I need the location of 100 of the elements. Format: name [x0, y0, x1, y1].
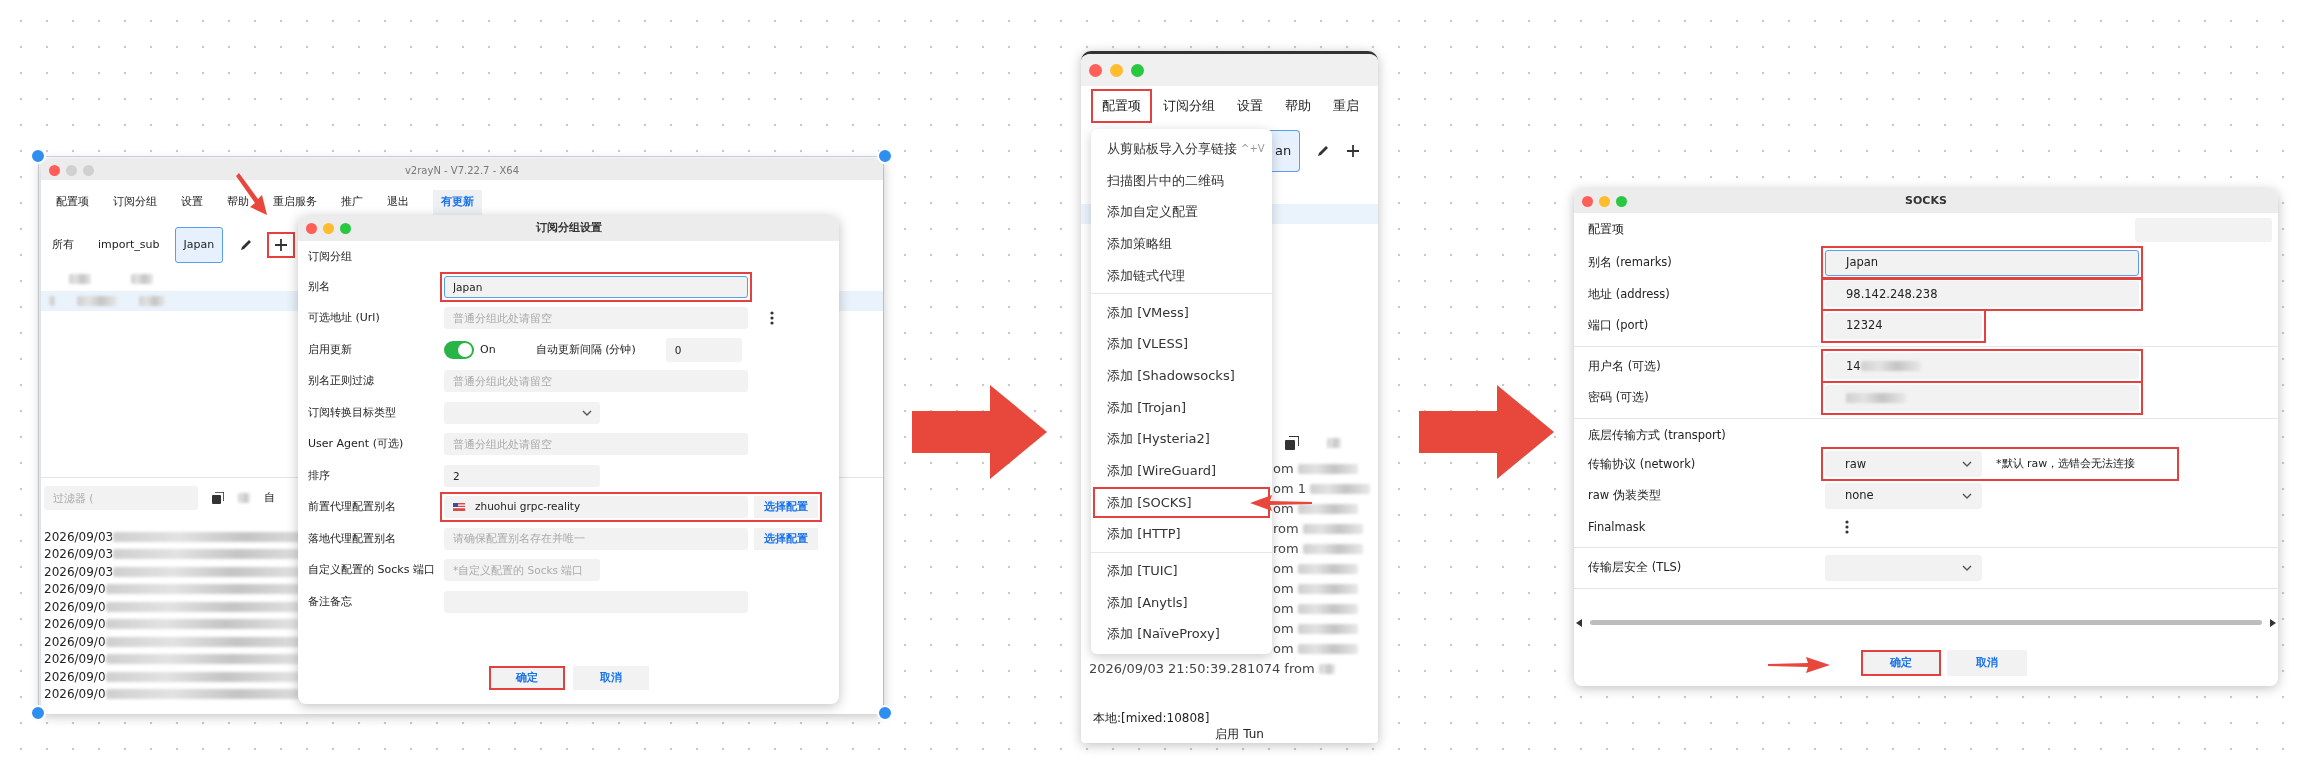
text-field[interactable]: 普通分组此处请留空: [444, 433, 748, 456]
menu-item[interactable]: 退出: [387, 194, 409, 211]
menu-item[interactable]: 添加 [HTTP]: [1093, 518, 1270, 550]
section-label: 订阅分组: [307, 248, 352, 265]
text-field[interactable]: 2: [444, 464, 600, 487]
log-line: rom: [1273, 520, 1299, 539]
status-text: 本地:[mixed:10808]: [1093, 710, 1210, 727]
field-value: 14: [1846, 357, 1861, 375]
zoom-button[interactable]: [1616, 195, 1627, 207]
menu-item[interactable]: 添加 [Hysteria2]: [1093, 423, 1270, 455]
zoom-button[interactable]: [340, 223, 351, 234]
scroll-right-icon[interactable]: [2270, 618, 2276, 627]
menu-item[interactable]: 从剪贴板导入分享链接 ^+V: [1093, 133, 1270, 165]
dialog-title: 订阅分组设置: [535, 221, 602, 235]
blurred-text: [1302, 524, 1363, 534]
plus-icon[interactable]: [1346, 144, 1361, 158]
dialog-button[interactable]: 取消: [1947, 650, 2027, 676]
menu-item[interactable]: 添加 [SOCKS]: [1093, 486, 1270, 519]
menu-item[interactable]: 帮助: [227, 194, 249, 211]
field-label: 别名 (remarks): [1588, 254, 1673, 272]
resize-handle[interactable]: [30, 148, 46, 164]
menu-item[interactable]: 重启服务: [273, 194, 317, 211]
close-button[interactable]: [1089, 63, 1102, 77]
dropdown[interactable]: raw: [1825, 451, 1982, 478]
plus-icon[interactable]: [274, 237, 289, 252]
text-field[interactable]: 12324: [1825, 312, 1982, 339]
scroll-left-icon[interactable]: [1576, 618, 1582, 627]
field-label: 落地代理配置别名: [307, 530, 397, 547]
menu-item[interactable]: 添加链式代理: [1093, 259, 1270, 292]
menu-item[interactable]: 订阅分组: [1152, 89, 1226, 123]
choose-button[interactable]: 选择配置: [754, 496, 818, 519]
menu-item[interactable]: 添加 [Anytls]: [1093, 586, 1270, 619]
dialog-button[interactable]: 取消: [572, 666, 649, 690]
menu-item[interactable]: 设置: [1226, 89, 1274, 123]
copy-icon[interactable]: [212, 492, 224, 504]
menu-item[interactable]: 推广: [341, 194, 363, 211]
minimize-button[interactable]: [1110, 63, 1123, 77]
close-button[interactable]: [1582, 195, 1593, 207]
minimize-button[interactable]: [323, 223, 334, 234]
filter-field[interactable]: 过滤器 (: [44, 486, 198, 510]
dropdown[interactable]: none: [1825, 482, 1982, 509]
copy-icon[interactable]: [1285, 435, 1299, 450]
text-field[interactable]: Japan: [444, 275, 748, 298]
menu-item[interactable]: 设置: [181, 194, 203, 211]
menu-item[interactable]: 添加 [WireGuard]: [1093, 454, 1270, 487]
menu-item[interactable]: 订阅分组: [113, 194, 157, 211]
field-value: 12324: [1846, 317, 1883, 335]
menu-item[interactable]: 帮助: [1274, 89, 1322, 123]
more-icon[interactable]: [770, 311, 774, 326]
pencil-icon[interactable]: [1316, 144, 1331, 158]
zoom-button[interactable]: [1131, 63, 1144, 77]
menu-item[interactable]: 添加 [Shadowsocks]: [1093, 359, 1270, 392]
group-tab[interactable]: import_sub: [89, 226, 169, 263]
field-label: 订阅转换目标类型: [307, 404, 397, 421]
blurred-text: [1297, 504, 1358, 514]
menu-item[interactable]: 添加策略组: [1093, 228, 1270, 260]
text-field[interactable]: 普通分组此处请留空: [444, 370, 748, 393]
text-field[interactable]: *自定义配置的 Socks 端口: [444, 559, 600, 582]
menu-item[interactable]: 扫描图片中的二维码: [1093, 164, 1270, 197]
field-label: 自定义配置的 Socks 端口: [307, 562, 436, 578]
field-label: Finalmask: [1588, 518, 1647, 536]
resize-handle[interactable]: [877, 705, 893, 721]
alias-field[interactable]: zhuohui grpc-reality: [444, 496, 748, 519]
group-tab[interactable]: Japan: [174, 226, 224, 263]
number-field[interactable]: 0: [665, 337, 742, 362]
minimize-button[interactable]: [1599, 195, 1610, 207]
log-line: 2026/09/0: [44, 598, 106, 616]
chevron-down-icon: [1962, 564, 1972, 571]
close-button[interactable]: [49, 164, 60, 176]
choose-button[interactable]: 选择配置: [754, 527, 818, 550]
log-line: om: [1273, 500, 1294, 519]
text-field[interactable]: 14: [1825, 353, 2139, 380]
scrollbar[interactable]: [1590, 620, 2262, 625]
resize-handle[interactable]: [30, 705, 46, 721]
dialog-button[interactable]: 确定: [1861, 650, 1941, 676]
menu-item[interactable]: 添加 [VLESS]: [1093, 328, 1270, 360]
resize-handle[interactable]: [877, 148, 893, 164]
text-field[interactable]: 98.142.248.238: [1825, 281, 2139, 308]
menu-item[interactable]: 添加 [TUIC]: [1093, 554, 1270, 587]
menu-item[interactable]: 配置项: [1091, 89, 1152, 123]
text-field[interactable]: Japan: [1825, 249, 2139, 276]
pencil-icon[interactable]: [239, 237, 254, 252]
menu-item[interactable]: 配置项: [56, 194, 89, 211]
menu-item[interactable]: 添加自定义配置: [1093, 196, 1270, 229]
add-group-button[interactable]: [267, 231, 296, 258]
dialog-button[interactable]: 确定: [488, 666, 565, 690]
text-field[interactable]: 普通分组此处请留空: [444, 307, 748, 330]
close-button[interactable]: [306, 223, 317, 234]
menu-item[interactable]: 添加 [VMess]: [1093, 296, 1270, 329]
menu-item[interactable]: 添加 [Trojan]: [1093, 391, 1270, 424]
blurred-text: [1297, 624, 1358, 634]
group-tab[interactable]: 所有: [43, 226, 83, 263]
toggle-switch[interactable]: [444, 340, 474, 359]
menu-item[interactable]: 添加 [NaïveProxy]: [1093, 618, 1270, 650]
more-icon[interactable]: [1845, 520, 1849, 535]
menu-item[interactable]: 重启: [1322, 89, 1370, 123]
blurred-text: [1318, 664, 1335, 674]
menu-item[interactable]: 有更新: [433, 190, 482, 215]
blurred-text: [1302, 544, 1363, 554]
log-line: om: [1273, 620, 1294, 639]
